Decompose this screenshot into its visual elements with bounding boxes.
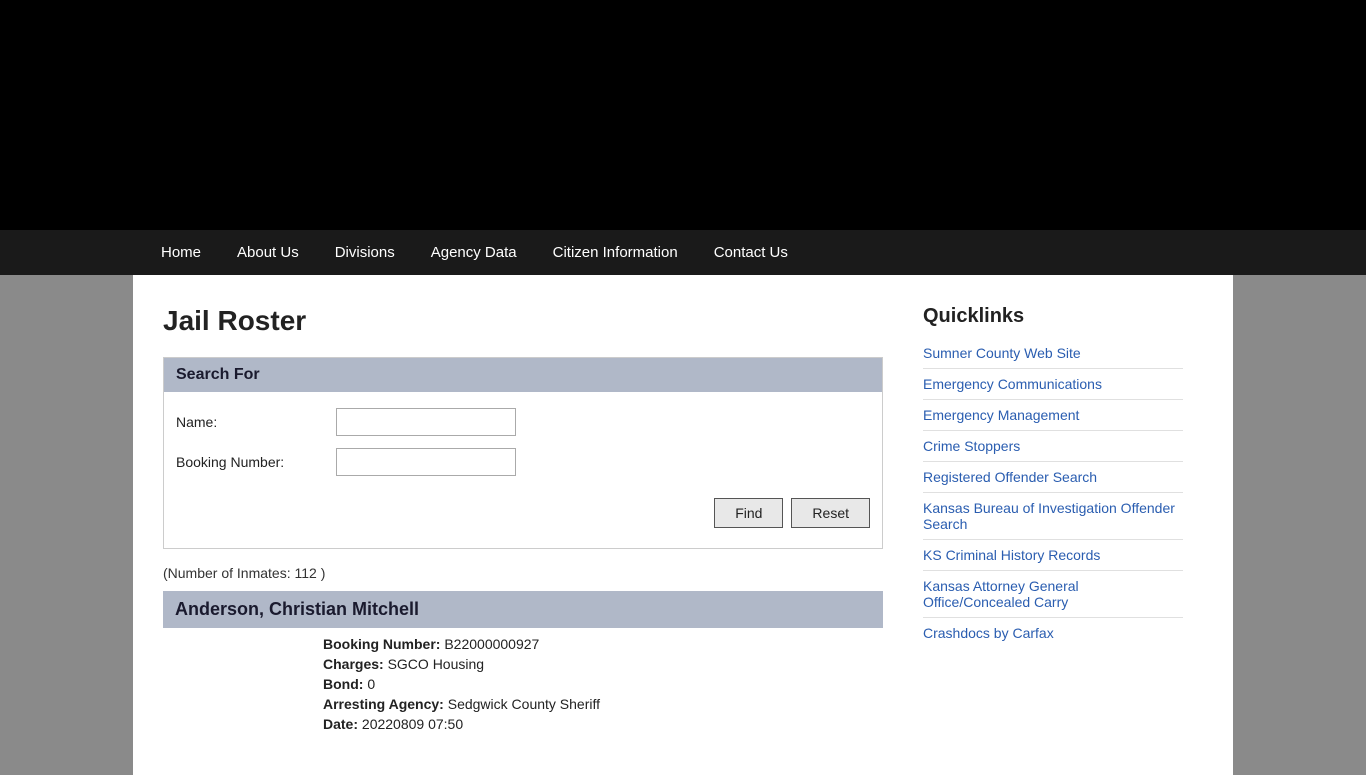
page-title: Jail Roster <box>163 305 883 337</box>
name-row: Name: <box>176 408 870 436</box>
quicklink-kbi-offender-search[interactable]: Kansas Bureau of Investigation Offender … <box>923 493 1183 540</box>
charges-label: Charges: <box>323 656 384 672</box>
name-input[interactable] <box>336 408 516 436</box>
content-wrapper: Jail Roster Search For Name: Booking Num… <box>133 275 1233 775</box>
search-body: Name: Booking Number: Find Reset <box>164 392 882 548</box>
inmate-details: Booking Number: B22000000927 Charges: SG… <box>163 628 883 744</box>
nav-item-about-us[interactable]: About Us <box>219 230 317 275</box>
inmate-bond: Bond: 0 <box>323 676 871 692</box>
bond-value: 0 <box>367 676 375 692</box>
booking-row: Booking Number: <box>176 448 870 476</box>
charges-value: SGCO Housing <box>388 656 484 672</box>
nav-inner: HomeAbout UsDivisionsAgency DataCitizen … <box>133 230 1233 275</box>
sidebar: Quicklinks Sumner County Web SiteEmergen… <box>923 305 1183 745</box>
quicklink-concealed-carry[interactable]: Kansas Attorney General Office/Concealed… <box>923 571 1183 618</box>
inmate-count: (Number of Inmates: 112 ) <box>163 565 883 581</box>
inmate-charges: Charges: SGCO Housing <box>323 656 871 672</box>
header-image <box>0 0 1366 230</box>
main-column: Jail Roster Search For Name: Booking Num… <box>163 305 883 745</box>
search-section: Search For Name: Booking Number: Find Re… <box>163 357 883 549</box>
date-value: 20220809 07:50 <box>362 716 463 732</box>
arresting-agency-label: Arresting Agency: <box>323 696 444 712</box>
quicklink-registered-offender-search[interactable]: Registered Offender Search <box>923 462 1183 493</box>
nav-item-home[interactable]: Home <box>143 230 219 275</box>
name-label: Name: <box>176 414 336 430</box>
search-header: Search For <box>164 358 882 392</box>
booking-label: Booking Number: <box>176 454 336 470</box>
button-row: Find Reset <box>176 488 870 532</box>
booking-input[interactable] <box>336 448 516 476</box>
bond-label: Bond: <box>323 676 363 692</box>
inmate-name-bar: Anderson, Christian Mitchell <box>163 591 883 628</box>
inmate-arresting-agency: Arresting Agency: Sedgwick County Sherif… <box>323 696 871 712</box>
arresting-agency-value: Sedgwick County Sheriff <box>448 696 600 712</box>
inmate-date: Date: 20220809 07:50 <box>323 716 871 732</box>
find-button[interactable]: Find <box>714 498 783 528</box>
navigation-bar: HomeAbout UsDivisionsAgency DataCitizen … <box>0 230 1366 275</box>
quicklink-ks-criminal-history[interactable]: KS Criminal History Records <box>923 540 1183 571</box>
date-label: Date: <box>323 716 358 732</box>
booking-number-label: Booking Number: <box>323 636 440 652</box>
inmate-booking: Booking Number: B22000000927 <box>323 636 871 652</box>
booking-number-value: B22000000927 <box>444 636 539 652</box>
quicklink-crashdocs[interactable]: Crashdocs by Carfax <box>923 618 1183 648</box>
nav-item-agency-data[interactable]: Agency Data <box>413 230 535 275</box>
quicklinks-list: Sumner County Web SiteEmergency Communic… <box>923 338 1183 648</box>
quicklink-emergency-communications[interactable]: Emergency Communications <box>923 369 1183 400</box>
quicklink-crime-stoppers[interactable]: Crime Stoppers <box>923 431 1183 462</box>
quicklinks-title: Quicklinks <box>923 305 1183 328</box>
reset-button[interactable]: Reset <box>791 498 870 528</box>
nav-item-contact-us[interactable]: Contact Us <box>696 230 806 275</box>
nav-item-citizen-information[interactable]: Citizen Information <box>535 230 696 275</box>
nav-item-divisions[interactable]: Divisions <box>317 230 413 275</box>
quicklink-emergency-management[interactable]: Emergency Management <box>923 400 1183 431</box>
quicklink-sumner-county[interactable]: Sumner County Web Site <box>923 338 1183 369</box>
